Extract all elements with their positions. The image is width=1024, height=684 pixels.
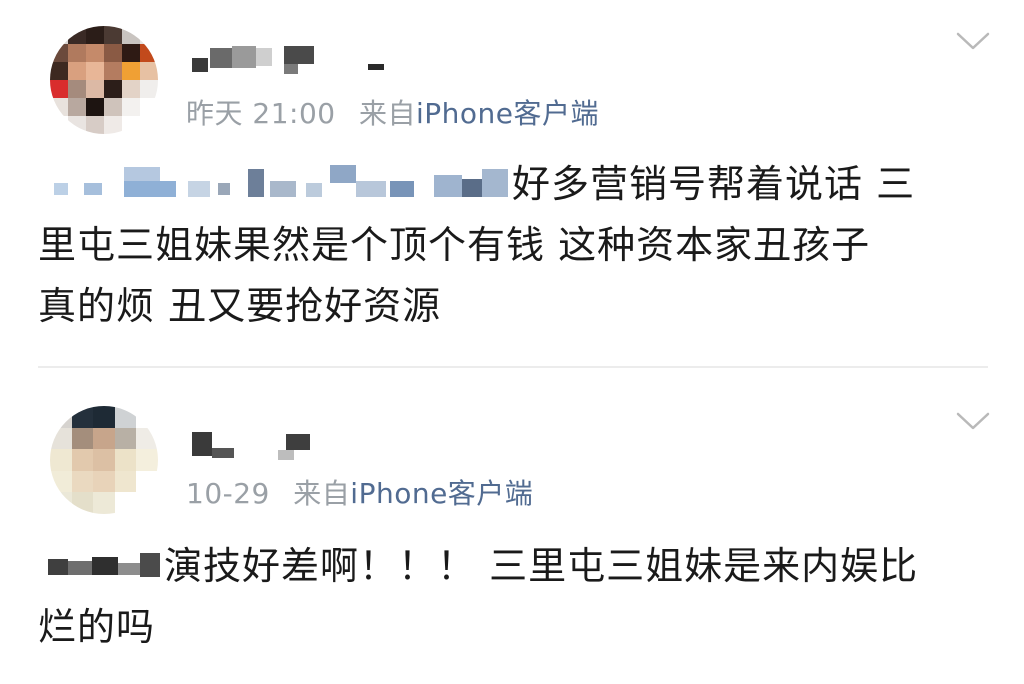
comment-text-line-2: 烂的吗 [38, 605, 156, 649]
pixelated-avatar-image [50, 406, 158, 514]
weibo-comment-feed: 昨天 21:00 来自iPhone客户端 好多营销号帮着说话 三 里屯三姐妹果然… [0, 0, 1024, 684]
source-app-link[interactable]: iPhone客户端 [416, 97, 599, 130]
mention-redacted [38, 543, 164, 583]
chevron-down-icon[interactable] [955, 30, 991, 52]
comment-item: 10-29 来自iPhone客户端 演技好差啊！！！ 三里屯三姐妹是来内娱比 烂… [0, 368, 1024, 684]
source-prefix: 来自 [359, 97, 417, 130]
comment-text: 演技好差啊！！！ 三里屯三姐妹是来内娱比 烂的吗 [38, 536, 988, 658]
mention-redacted [38, 161, 512, 201]
source-app-link[interactable]: iPhone客户端 [350, 477, 533, 510]
comment-meta: 昨天 21:00 来自iPhone客户端 [186, 92, 599, 132]
comment-text-line-1: 演技好差啊！！！ 三里屯三姐妹是来内娱比 [164, 544, 919, 588]
source-prefix: 来自 [293, 477, 351, 510]
username-redacted[interactable] [192, 40, 392, 80]
pixelated-avatar-image [50, 26, 158, 134]
comment-text-line-2: 里屯三姐妹果然是个顶个有钱 这种资本家丑孩子 [38, 223, 871, 267]
avatar[interactable] [50, 26, 158, 134]
comment-meta: 10-29 来自iPhone客户端 [186, 472, 533, 512]
avatar[interactable] [50, 406, 158, 514]
comment-item: 昨天 21:00 来自iPhone客户端 好多营销号帮着说话 三 里屯三姐妹果然… [0, 0, 1024, 366]
comment-time: 10-29 [186, 477, 270, 510]
comment-time: 昨天 21:00 [186, 97, 336, 130]
comment-text: 好多营销号帮着说话 三 里屯三姐妹果然是个顶个有钱 这种资本家丑孩子 真的烦 丑… [38, 154, 978, 337]
comment-text-line-1: 好多营销号帮着说话 三 [512, 162, 916, 206]
username-redacted[interactable] [192, 428, 332, 468]
chevron-down-icon[interactable] [955, 410, 991, 432]
comment-text-line-3: 真的烦 丑又要抢好资源 [38, 284, 442, 328]
